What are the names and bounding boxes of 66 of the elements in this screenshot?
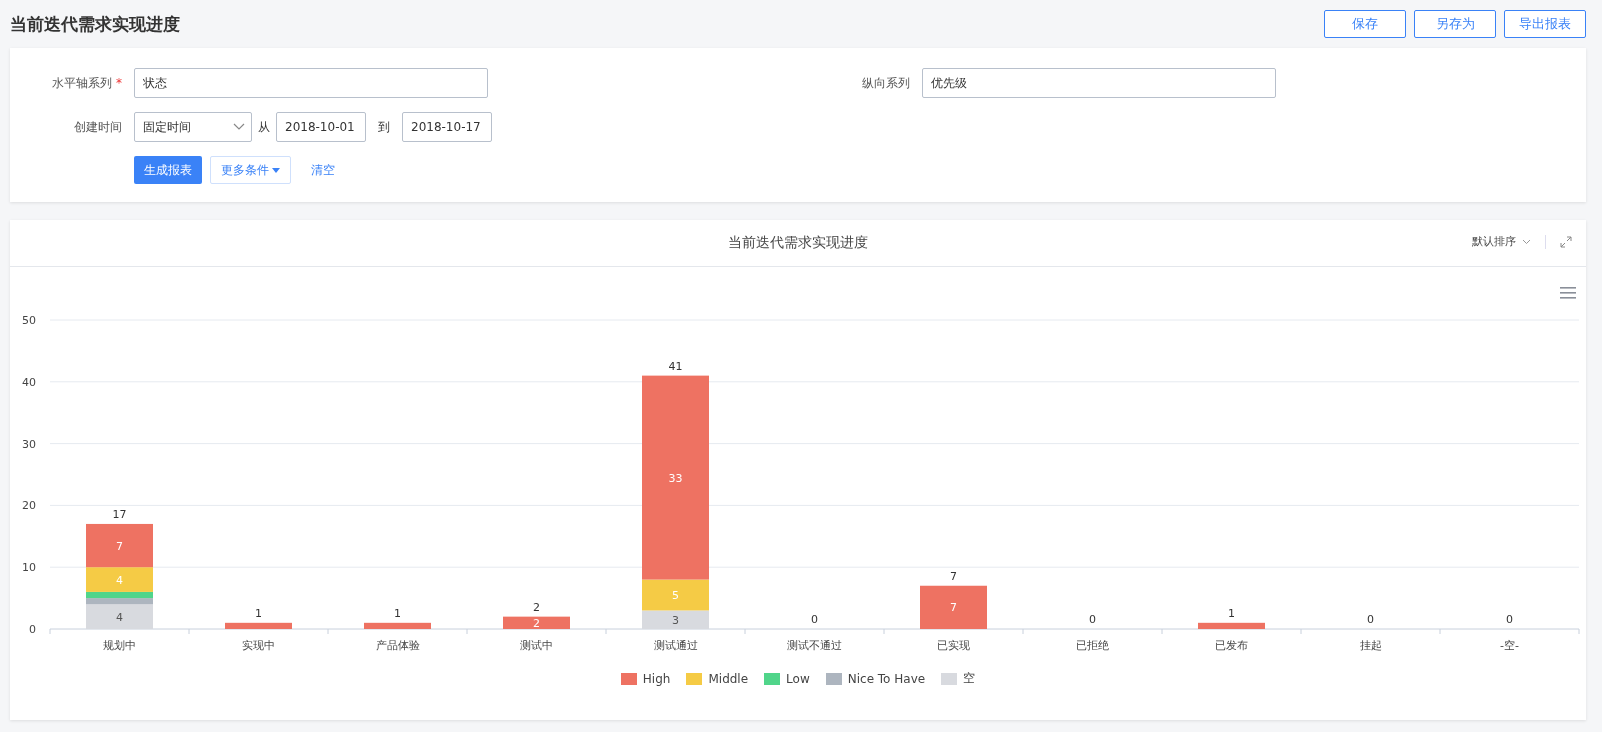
total-label: 7: [950, 569, 957, 583]
axis-label: 20: [22, 499, 36, 513]
total-label: 2: [533, 600, 540, 614]
axis-label: 40: [22, 375, 36, 389]
required-mark: *: [116, 75, 122, 90]
axis-label: -空-: [1500, 639, 1519, 652]
total-label: 0: [1506, 613, 1513, 626]
total-label: 1: [394, 606, 401, 620]
chart-title: 当前迭代需求实现进度: [728, 234, 868, 252]
data-label: 33: [668, 471, 683, 485]
total-label: 17: [112, 507, 127, 521]
chevron-down-icon: [233, 123, 245, 131]
legend-label[interactable]: 空: [963, 670, 976, 687]
sort-dropdown[interactable]: 默认排序: [1472, 234, 1531, 249]
axis-label: 已发布: [1215, 639, 1248, 652]
axis-label: 测试通过: [653, 639, 698, 652]
field-label: 创建时间: [73, 118, 123, 136]
action-button[interactable]: 保存: [1324, 10, 1406, 38]
axis-label: 规划中: [103, 639, 136, 652]
caret-icon: [272, 167, 280, 173]
legend-label[interactable]: Nice To Have: [847, 671, 926, 686]
data-label: 2: [533, 616, 540, 630]
range-label: 从: [258, 118, 270, 136]
data-label: 3: [672, 613, 679, 627]
range-label: 到: [378, 118, 390, 136]
total-label: 41: [668, 359, 683, 373]
page-title: 当前迭代需求实现进度: [10, 12, 180, 36]
axis-label: 测试不通过: [787, 639, 842, 652]
total-label: 1: [1228, 606, 1235, 620]
axis-label: 30: [22, 437, 36, 451]
legend-label[interactable]: Middle: [708, 671, 749, 686]
axis-label: 50: [22, 314, 36, 327]
action-button[interactable]: 另存为: [1414, 10, 1496, 38]
dropdown-field[interactable]: 固定时间: [134, 112, 252, 142]
axis-label: 10: [22, 561, 36, 575]
input-field[interactable]: 优先级: [922, 68, 1276, 98]
axis-label: 0: [29, 623, 36, 636]
data-label: 5: [672, 589, 679, 602]
more-conditions-button[interactable]: 更多条件: [210, 156, 291, 184]
axis-label: 产品体验: [375, 639, 420, 652]
total-label: 0: [1367, 613, 1374, 626]
axis-label: 已实现: [937, 639, 970, 652]
total-label: 0: [1089, 613, 1096, 626]
generate-button[interactable]: 生成报表: [134, 156, 202, 184]
input-field[interactable]: 状态: [134, 68, 488, 98]
date-field[interactable]: 2018-10-01: [276, 112, 366, 142]
axis-label: 已拒绝: [1076, 639, 1109, 652]
legend-label[interactable]: Low: [786, 671, 810, 686]
axis-label: 测试中: [520, 639, 553, 652]
menu-icon[interactable]: [1560, 287, 1576, 299]
data-label: 7: [950, 601, 957, 615]
data-label: 4: [116, 573, 123, 587]
total-label: 0: [811, 613, 818, 626]
chevron-down-icon: [1522, 238, 1531, 245]
clear-link[interactable]: 清空: [299, 161, 347, 179]
action-button[interactable]: 导出报表: [1504, 10, 1586, 38]
field-label: 水平轴系列 *: [51, 74, 123, 92]
data-label: 4: [116, 610, 123, 624]
total-label: 1: [255, 606, 262, 620]
axis-label: 实现中: [242, 639, 275, 652]
date-field[interactable]: 2018-10-17: [402, 112, 492, 142]
expand-icon[interactable]: [1560, 235, 1572, 248]
data-label: 7: [116, 539, 123, 553]
field-label: 纵向系列: [861, 74, 911, 92]
legend-label[interactable]: High: [642, 671, 671, 686]
axis-label: 挂起: [1359, 639, 1382, 652]
